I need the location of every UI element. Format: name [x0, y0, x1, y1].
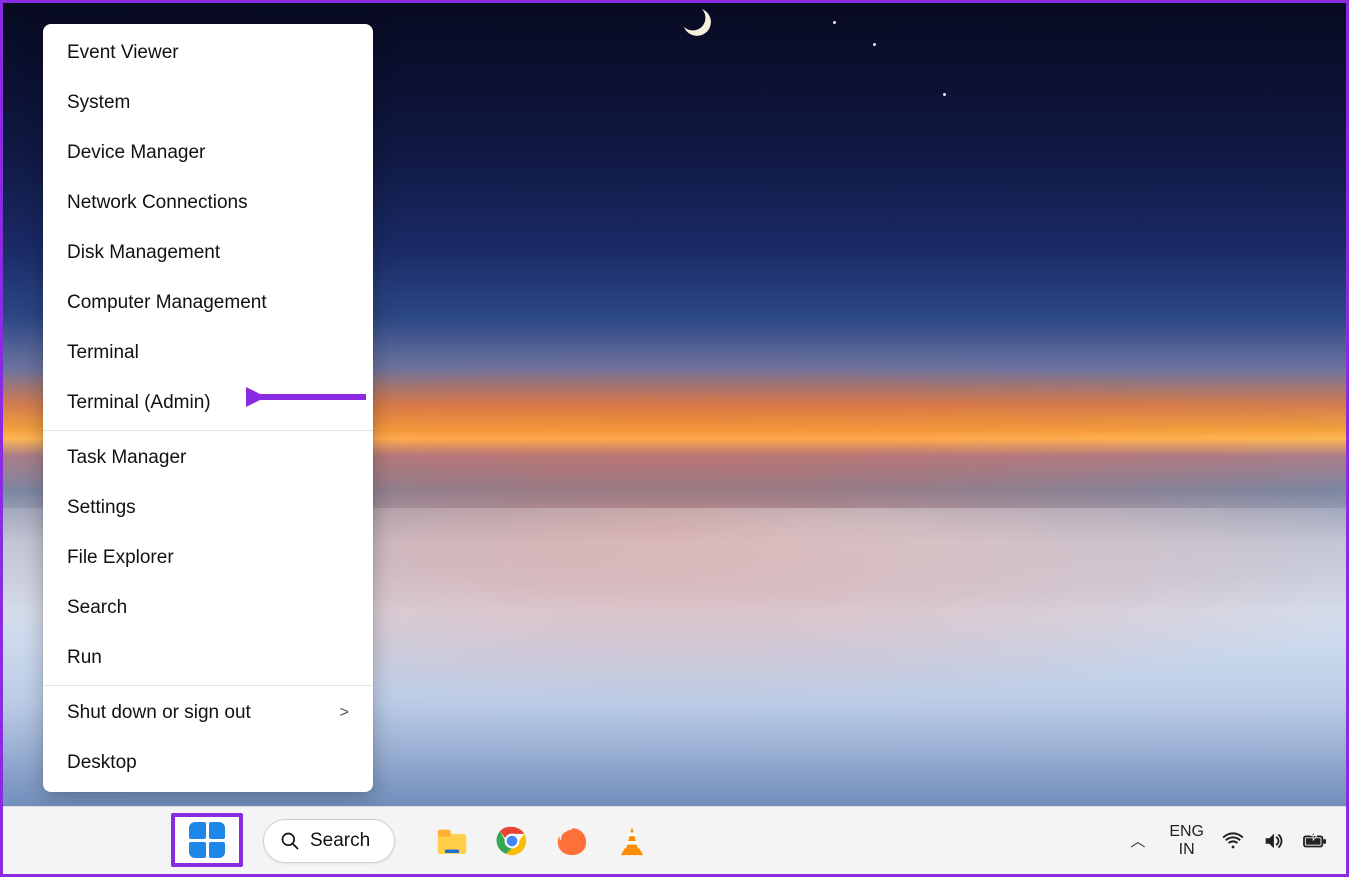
- menu-item-label: File Explorer: [67, 547, 174, 569]
- menu-item-label: Run: [67, 647, 102, 669]
- lang-top: ENG: [1169, 823, 1204, 841]
- wifi-icon[interactable]: [1222, 830, 1244, 852]
- menu-item-label: Disk Management: [67, 242, 220, 264]
- chevron-right-icon: >: [340, 704, 349, 722]
- system-tray: ︿ ENG IN: [1124, 807, 1328, 874]
- menu-item-search[interactable]: Search: [43, 583, 373, 633]
- menu-item-label: Shut down or sign out: [67, 702, 251, 724]
- menu-item-label: Task Manager: [67, 447, 186, 469]
- tray-overflow-button[interactable]: ︿: [1124, 830, 1151, 851]
- menu-item-terminal[interactable]: Terminal: [43, 328, 373, 378]
- menu-item-label: Settings: [67, 497, 136, 519]
- menu-item-computer-management[interactable]: Computer Management: [43, 278, 373, 328]
- menu-item-system[interactable]: System: [43, 78, 373, 128]
- volume-icon[interactable]: [1262, 830, 1284, 852]
- menu-item-disk-management[interactable]: Disk Management: [43, 228, 373, 278]
- battery-icon[interactable]: [1302, 830, 1328, 852]
- menu-item-shut-down-or-sign-out[interactable]: Shut down or sign out >: [43, 688, 373, 738]
- vlc-icon: [615, 824, 649, 858]
- language-indicator[interactable]: ENG IN: [1169, 823, 1204, 858]
- menu-item-label: Device Manager: [67, 142, 205, 164]
- firefox-icon: [555, 824, 589, 858]
- menu-item-label: Network Connections: [67, 192, 248, 214]
- taskbar-app-firefox[interactable]: [551, 820, 593, 862]
- start-button[interactable]: [189, 822, 225, 858]
- search-label: Search: [310, 830, 370, 852]
- star-graphic: [873, 43, 876, 46]
- menu-item-device-manager[interactable]: Device Manager: [43, 128, 373, 178]
- file-explorer-icon: [435, 824, 469, 858]
- taskbar-app-vlc[interactable]: [611, 820, 653, 862]
- taskbar-search[interactable]: Search: [263, 819, 395, 863]
- menu-item-label: Event Viewer: [67, 42, 179, 64]
- menu-item-label: Desktop: [67, 752, 137, 774]
- taskbar: Search: [3, 806, 1346, 874]
- taskbar-app-chrome[interactable]: [491, 820, 533, 862]
- star-graphic: [943, 93, 946, 96]
- menu-item-label: Terminal: [67, 342, 139, 364]
- menu-separator: [43, 685, 373, 686]
- menu-item-event-viewer[interactable]: Event Viewer: [43, 28, 373, 78]
- chrome-icon: [495, 824, 529, 858]
- start-button-highlight: [171, 813, 243, 867]
- moon-graphic: [683, 8, 711, 36]
- menu-item-label: Computer Management: [67, 292, 267, 314]
- search-icon: [280, 831, 300, 851]
- menu-item-label: Terminal (Admin): [67, 392, 211, 414]
- menu-item-terminal-admin[interactable]: Terminal (Admin): [43, 378, 373, 428]
- taskbar-app-file-explorer[interactable]: [431, 820, 473, 862]
- winx-context-menu: Event Viewer System Device Manager Network …: [43, 24, 373, 792]
- menu-item-run[interactable]: Run: [43, 633, 373, 683]
- menu-item-settings[interactable]: Settings: [43, 483, 373, 533]
- menu-item-label: System: [67, 92, 130, 114]
- lang-bottom: IN: [1169, 841, 1204, 859]
- menu-item-desktop[interactable]: Desktop: [43, 738, 373, 788]
- menu-item-task-manager[interactable]: Task Manager: [43, 433, 373, 483]
- menu-separator: [43, 430, 373, 431]
- star-graphic: [833, 21, 836, 24]
- menu-item-file-explorer[interactable]: File Explorer: [43, 533, 373, 583]
- menu-item-network-connections[interactable]: Network Connections: [43, 178, 373, 228]
- menu-item-label: Search: [67, 597, 127, 619]
